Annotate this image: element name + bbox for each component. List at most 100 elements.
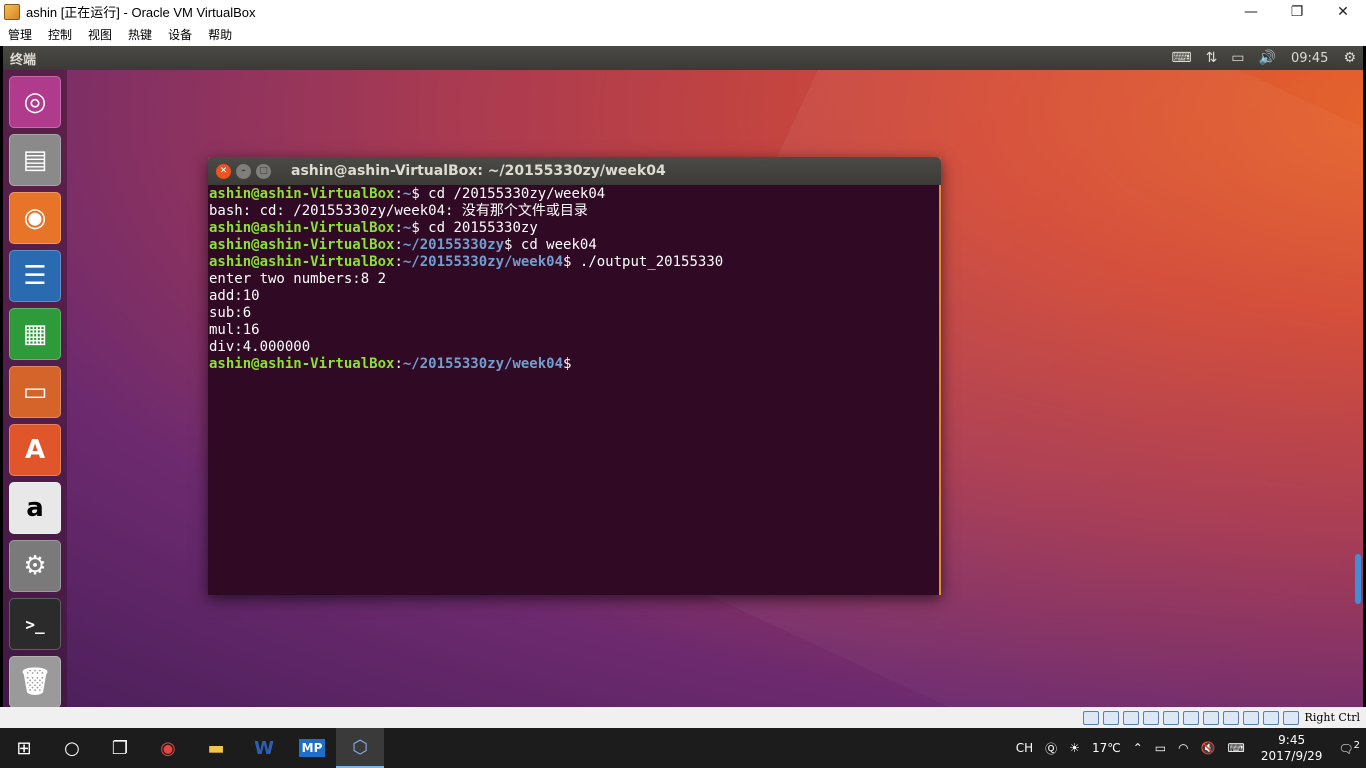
terminal-maximize-icon[interactable]: □ xyxy=(256,163,271,179)
audio-icon[interactable] xyxy=(1122,710,1139,725)
terminal-glyph: >_ xyxy=(25,614,45,634)
weather-temp[interactable]: 17℃ xyxy=(1092,741,1121,755)
network-adapter-icon[interactable] xyxy=(1142,710,1159,725)
terminal-window[interactable]: ✕ – □ ashin@ashin-VirtualBox: ~/20155330… xyxy=(208,157,941,595)
launcher-software-center-icon[interactable]: A xyxy=(9,424,61,476)
terminal-line: sub:6 xyxy=(209,305,252,321)
ime-q-icon[interactable]: Ⓠ xyxy=(1045,740,1057,757)
battery-tray-icon[interactable]: ▭ xyxy=(1155,741,1166,755)
amazon-glyph: a xyxy=(26,493,44,523)
prompt-user: ashin@ashin-VirtualBox xyxy=(209,356,395,372)
launcher-amazon-icon[interactable]: a xyxy=(9,482,61,534)
command-text: $ cd /20155330zy/week04 xyxy=(411,186,606,202)
video-capture-icon[interactable] xyxy=(1222,710,1239,725)
cpu-icon[interactable] xyxy=(1242,710,1259,725)
task-view-icon[interactable]: ❐ xyxy=(96,728,144,768)
terminal-line: ashin@ashin-VirtualBox:~/20155330zy$ cd … xyxy=(209,237,938,254)
mouse-integration-icon[interactable] xyxy=(1262,710,1279,725)
minimize-button[interactable]: — xyxy=(1228,0,1274,23)
terminal-line: ashin@ashin-VirtualBox:~/20155330zy/week… xyxy=(209,356,938,373)
window-title: ashin [正在运行] - Oracle VM VirtualBox xyxy=(26,5,256,20)
launcher-firefox-icon[interactable]: ◉ xyxy=(9,192,61,244)
terminal-line: ashin@ashin-VirtualBox:~$ cd /20155330zy… xyxy=(209,186,938,203)
host-key-arrow-icon xyxy=(1282,710,1299,725)
wifi-icon[interactable]: ◠ xyxy=(1178,741,1188,755)
close-button[interactable]: ✕ xyxy=(1320,0,1366,23)
command-text: $ xyxy=(563,356,572,372)
host-key-label: Right Ctrl xyxy=(1304,711,1360,724)
prompt-colon: : xyxy=(394,220,403,236)
prompt-user: ashin@ashin-VirtualBox xyxy=(209,237,395,253)
shared-folder-icon[interactable] xyxy=(1182,710,1199,725)
virtualbox-taskbar-icon[interactable]: ⬡ xyxy=(336,728,384,768)
menu-help[interactable]: 帮助 xyxy=(200,26,240,43)
firefox-glyph: ◉ xyxy=(23,203,47,233)
topbar-clock[interactable]: 09:45 xyxy=(1291,51,1328,66)
terminal-line: div:4.000000 xyxy=(209,339,311,355)
terminal-titlebar[interactable]: ✕ – □ ashin@ashin-VirtualBox: ~/20155330… xyxy=(208,157,941,185)
display-icon[interactable] xyxy=(1202,710,1219,725)
command-text: $ ./output_20155330 xyxy=(563,254,724,270)
word-icon[interactable]: W xyxy=(240,728,288,768)
command-text: $ cd 20155330zy xyxy=(411,220,538,236)
menu-view[interactable]: 视图 xyxy=(80,26,120,43)
scroll-handle[interactable] xyxy=(1355,554,1361,604)
launcher-trash-icon[interactable]: 🗑 xyxy=(9,656,61,707)
system-settings-glyph: ⚙ xyxy=(23,551,47,581)
terminal-output[interactable]: ashin@ashin-VirtualBox:~$ cd /20155330zy… xyxy=(208,185,941,595)
menu-manage[interactable]: 管理 xyxy=(0,26,40,43)
prompt-user: ashin@ashin-VirtualBox xyxy=(209,254,395,270)
launcher-files-icon[interactable]: ▤ xyxy=(9,134,61,186)
terminal-minimize-icon[interactable]: – xyxy=(236,163,251,179)
libreoffice-writer-glyph: ☰ xyxy=(23,261,47,291)
battery-icon[interactable]: ▭ xyxy=(1231,50,1244,66)
launcher-ubuntu-dash-icon[interactable]: ◎ xyxy=(9,76,61,128)
keyboard-tray-icon[interactable]: ⌨ xyxy=(1228,741,1245,755)
prompt-colon: : xyxy=(394,254,403,270)
virtualbox-titlebar: ashin [正在运行] - Oracle VM VirtualBox — ❐ … xyxy=(0,0,1366,23)
volume-icon[interactable]: 🔊 xyxy=(1259,50,1276,66)
windows-start-icon[interactable]: ⊞ xyxy=(0,728,48,768)
launcher-libreoffice-calc-icon[interactable]: ▦ xyxy=(9,308,61,360)
ubuntu-dash-glyph: ◎ xyxy=(23,87,47,117)
launcher-libreoffice-impress-icon[interactable]: ▭ xyxy=(9,366,61,418)
menu-control[interactable]: 控制 xyxy=(40,26,80,43)
terminal-line: ashin@ashin-VirtualBox:~$ cd 20155330zy xyxy=(209,220,938,237)
launcher-system-settings-icon[interactable]: ⚙ xyxy=(9,540,61,592)
search-circle-icon[interactable]: ○ xyxy=(48,728,96,768)
usb-icon[interactable] xyxy=(1162,710,1179,725)
taskbar-clock[interactable]: 9:45 2017/9/29 xyxy=(1261,732,1323,764)
taskbar-date: 2017/9/29 xyxy=(1260,749,1323,763)
notification-icon[interactable]: 🗨2 xyxy=(1338,740,1360,756)
prompt-colon: : xyxy=(394,186,403,202)
hdd-icon[interactable] xyxy=(1082,710,1099,725)
optical-drive-icon[interactable] xyxy=(1102,710,1119,725)
settings-gear-icon[interactable]: ⚙ xyxy=(1343,50,1356,66)
prompt-colon: : xyxy=(394,356,403,372)
keyboard-icon[interactable]: ⌨ xyxy=(1171,50,1191,66)
restore-button[interactable]: ❐ xyxy=(1274,0,1320,23)
software-center-glyph: A xyxy=(24,435,46,465)
libreoffice-calc-glyph: ▦ xyxy=(22,319,48,349)
file-explorer-icon[interactable]: ▬ xyxy=(192,728,240,768)
prompt-path: ~/20155330zy/week04 xyxy=(402,356,564,372)
trash-glyph: 🗑 xyxy=(18,667,52,697)
tray-expand-icon[interactable]: ⌃ xyxy=(1133,741,1143,755)
mute-icon[interactable]: 🔇 xyxy=(1201,741,1216,755)
network-icon[interactable]: ⇅ xyxy=(1206,50,1218,66)
launcher-libreoffice-writer-icon[interactable]: ☰ xyxy=(9,250,61,302)
virtualbox-statusbar: Right Ctrl xyxy=(0,707,1366,728)
terminal-close-icon[interactable]: ✕ xyxy=(216,163,231,179)
weather-sun-icon[interactable]: ☀ xyxy=(1069,741,1080,755)
libreoffice-impress-glyph: ▭ xyxy=(22,377,48,407)
windows-taskbar: ⊞ ○ ❐ ◉ ▬ W MP ⬡ CH Ⓠ ☀ 17℃ ⌃ ▭ ◠ 🔇 ⌨ 9:… xyxy=(0,728,1366,768)
menu-hotkeys[interactable]: 热键 xyxy=(120,26,160,43)
chrome-icon[interactable]: ◉ xyxy=(144,728,192,768)
mp-app-icon[interactable]: MP xyxy=(288,728,336,768)
terminal-line: mul:16 xyxy=(209,322,260,338)
command-text: $ cd week04 xyxy=(504,237,597,253)
launcher-terminal-icon[interactable]: >_ xyxy=(9,598,61,650)
menu-devices[interactable]: 设备 xyxy=(160,26,200,43)
ime-label[interactable]: CH xyxy=(1016,741,1033,755)
system-tray: CH Ⓠ ☀ 17℃ ⌃ ▭ ◠ 🔇 ⌨ 9:45 2017/9/29 🗨2 xyxy=(1010,728,1366,768)
